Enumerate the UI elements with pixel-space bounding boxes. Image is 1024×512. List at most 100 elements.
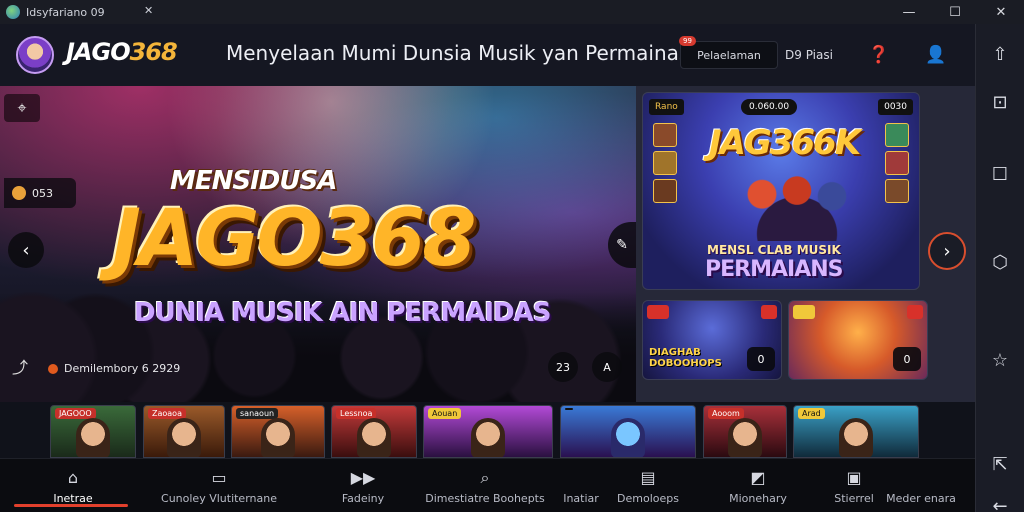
back-arrow-icon[interactable]: ← [988, 494, 1012, 512]
promo-small-text-1: DIAGHAB [649, 347, 701, 358]
hero-counter-value: 053 [32, 186, 53, 200]
hero-kicker: MENSIDUSA [170, 166, 337, 196]
nav-item-3[interactable]: ▶▶ Fadeiny [330, 459, 396, 512]
square-icon[interactable]: ☐ [988, 162, 1012, 186]
promo-small-button[interactable]: 0 [893, 347, 921, 371]
live-dot-icon [48, 363, 58, 374]
game-tile[interactable]: JAGOOO [50, 405, 136, 458]
card-icon: ▭ [211, 467, 227, 487]
promo-thumb[interactable] [653, 151, 677, 175]
login-badge: 99 [679, 36, 696, 46]
crosshair-icon[interactable]: ⌖ [4, 94, 40, 122]
promo-subtitle-2: PERMAIANS [705, 257, 843, 282]
promo-thumb[interactable] [885, 123, 909, 147]
game-tile[interactable]: Zaoaoa [143, 405, 225, 458]
window-title: Idsyfariano 09 [26, 5, 105, 19]
promo-thumb[interactable] [653, 123, 677, 147]
promo-tag-left: Rano [649, 99, 684, 115]
game-tag: Arad [798, 408, 825, 419]
nav-item-label: Fadeiny [341, 491, 385, 505]
game-tile[interactable]: Arad [793, 405, 919, 458]
game-tile[interactable]: Aouan [423, 405, 553, 458]
promo-main-card[interactable]: Rano 0.060.00 0030 JAG366K MENSL CLAB MU… [642, 92, 920, 290]
promo-thumbs-right [885, 123, 909, 207]
character-face [839, 418, 873, 457]
promo-small-text: DIAGHAB DOBOOHOPS [649, 347, 722, 369]
promo-small-text-2: DOBOOHOPS [649, 358, 722, 369]
hero-control-1[interactable]: 23 [548, 352, 578, 382]
coin-icon [12, 186, 26, 200]
close-window-button[interactable]: ✕ [978, 0, 1024, 24]
brand-avatar[interactable] [16, 36, 54, 74]
promo-small-button[interactable]: 0 [747, 347, 775, 371]
character-face [357, 418, 391, 457]
nav-item-8[interactable]: ▣ Stierrel [828, 459, 880, 512]
promo-thumb[interactable] [885, 151, 909, 175]
character-face [728, 418, 762, 457]
nav-item-9[interactable]: Meder enara [884, 459, 958, 512]
hero-caption-text: Demilembory 6 2929 [64, 362, 181, 375]
hexagon-icon[interactable]: ⬡ [988, 250, 1012, 274]
game-tile[interactable] [560, 405, 696, 458]
next-slide-button[interactable]: › [928, 232, 966, 270]
minimize-button[interactable]: — [886, 0, 932, 24]
fast-forward-icon: ▶▶ [350, 467, 376, 487]
hero-control-2[interactable]: A [592, 352, 622, 382]
profile-icon[interactable]: 👤 [924, 43, 948, 67]
character-face [167, 418, 201, 457]
pen-icon[interactable]: ✎ [608, 222, 636, 268]
hero-subtitle: DUNIA MUSIK AIN PERMAIDAS [134, 298, 551, 328]
promo-small-card-1[interactable]: DIAGHAB DOBOOHOPS 0 [642, 300, 782, 380]
maximize-button[interactable]: ☐ [932, 0, 978, 24]
tag-icon: ◩ [750, 467, 766, 487]
page-headline: Menyelaan Mumi Dunsia Musik yan Permaina… [226, 41, 690, 65]
character-face [261, 418, 295, 457]
promo-characters [727, 169, 867, 241]
bottom-navigation: ⌂ Inetrae ▭ Cunoley Vlutiternane ▶▶ Fade… [0, 458, 975, 512]
nav-item-label: Stierrel [834, 491, 874, 505]
game-tile[interactable]: Lessnoa [331, 405, 417, 458]
nav-item-2[interactable]: ▭ Cunoley Vlutiternane [146, 459, 292, 512]
promo-tag-center: 0.060.00 [741, 99, 798, 115]
promo-thumbs-left [653, 123, 677, 207]
help-icon[interactable]: ❓ [867, 43, 891, 67]
promo-small-tag [907, 305, 923, 319]
upload-icon[interactable]: ⇧ [988, 42, 1012, 66]
game-tag: sanaoun [236, 408, 279, 419]
pin-icon[interactable]: ✕ [144, 4, 153, 17]
game-tile[interactable]: sanaoun [231, 405, 325, 458]
nav-item-7[interactable]: ◩ Mionehary [720, 459, 796, 512]
list-icon: ▤ [640, 467, 656, 487]
home-icon: ⌂ [67, 467, 79, 487]
nav-item-4[interactable]: ⌕ Dimestiatre Boohepts [420, 459, 550, 512]
nav-item-6[interactable]: ▤ Demoloeps [610, 459, 686, 512]
register-button[interactable]: D9 Piasi [785, 41, 833, 69]
game-tag [565, 408, 573, 410]
share-icon[interactable]: ⇱ [988, 452, 1012, 476]
nav-item-label: Inetrae [53, 491, 93, 505]
promo-small-card-2[interactable]: 0 [788, 300, 928, 380]
hero-banner[interactable]: ⌖ 053 MENSIDUSA JAGO368 DUNIA MUSIK AIN … [0, 86, 636, 402]
hero-caption: Demilembory 6 2929 [48, 362, 180, 375]
game-tag: Aooom [708, 408, 744, 419]
game-tag: Aouan [428, 408, 462, 419]
brand-logo[interactable]: JAGO368 [66, 38, 178, 66]
promo-thumb[interactable] [653, 179, 677, 203]
square-dot-icon[interactable]: ⊡ [988, 90, 1012, 114]
app-window: Idsyfariano 09 ✕ — ☐ ✕ JAGO368 Menyelaan… [0, 0, 1024, 512]
nav-item-label: Dimestiatre Boohepts [425, 491, 545, 505]
promo-thumb[interactable] [885, 179, 909, 203]
brand-part-2: 368 [129, 38, 178, 66]
share-icon[interactable]: ⤴ [12, 354, 28, 378]
prev-slide-button[interactable]: ‹ [8, 232, 44, 268]
promo-title: JAG366K [709, 123, 861, 163]
nav-item-label: Cunoley Vlutiternane [161, 491, 277, 505]
nav-item-label: Demoloeps [617, 491, 679, 505]
game-tile[interactable]: Aooom [703, 405, 787, 458]
star-icon[interactable]: ☆ [988, 348, 1012, 372]
active-tab-indicator [14, 504, 128, 507]
game-strip: JAGOOO Zaoaoa sanaoun Lessnoa Aouan Aooo… [0, 402, 975, 458]
login-button[interactable]: 99 Pelaelaman [679, 36, 778, 69]
hero-counter[interactable]: 053 [4, 178, 76, 208]
nav-item-5[interactable]: Inatiar [558, 459, 604, 512]
